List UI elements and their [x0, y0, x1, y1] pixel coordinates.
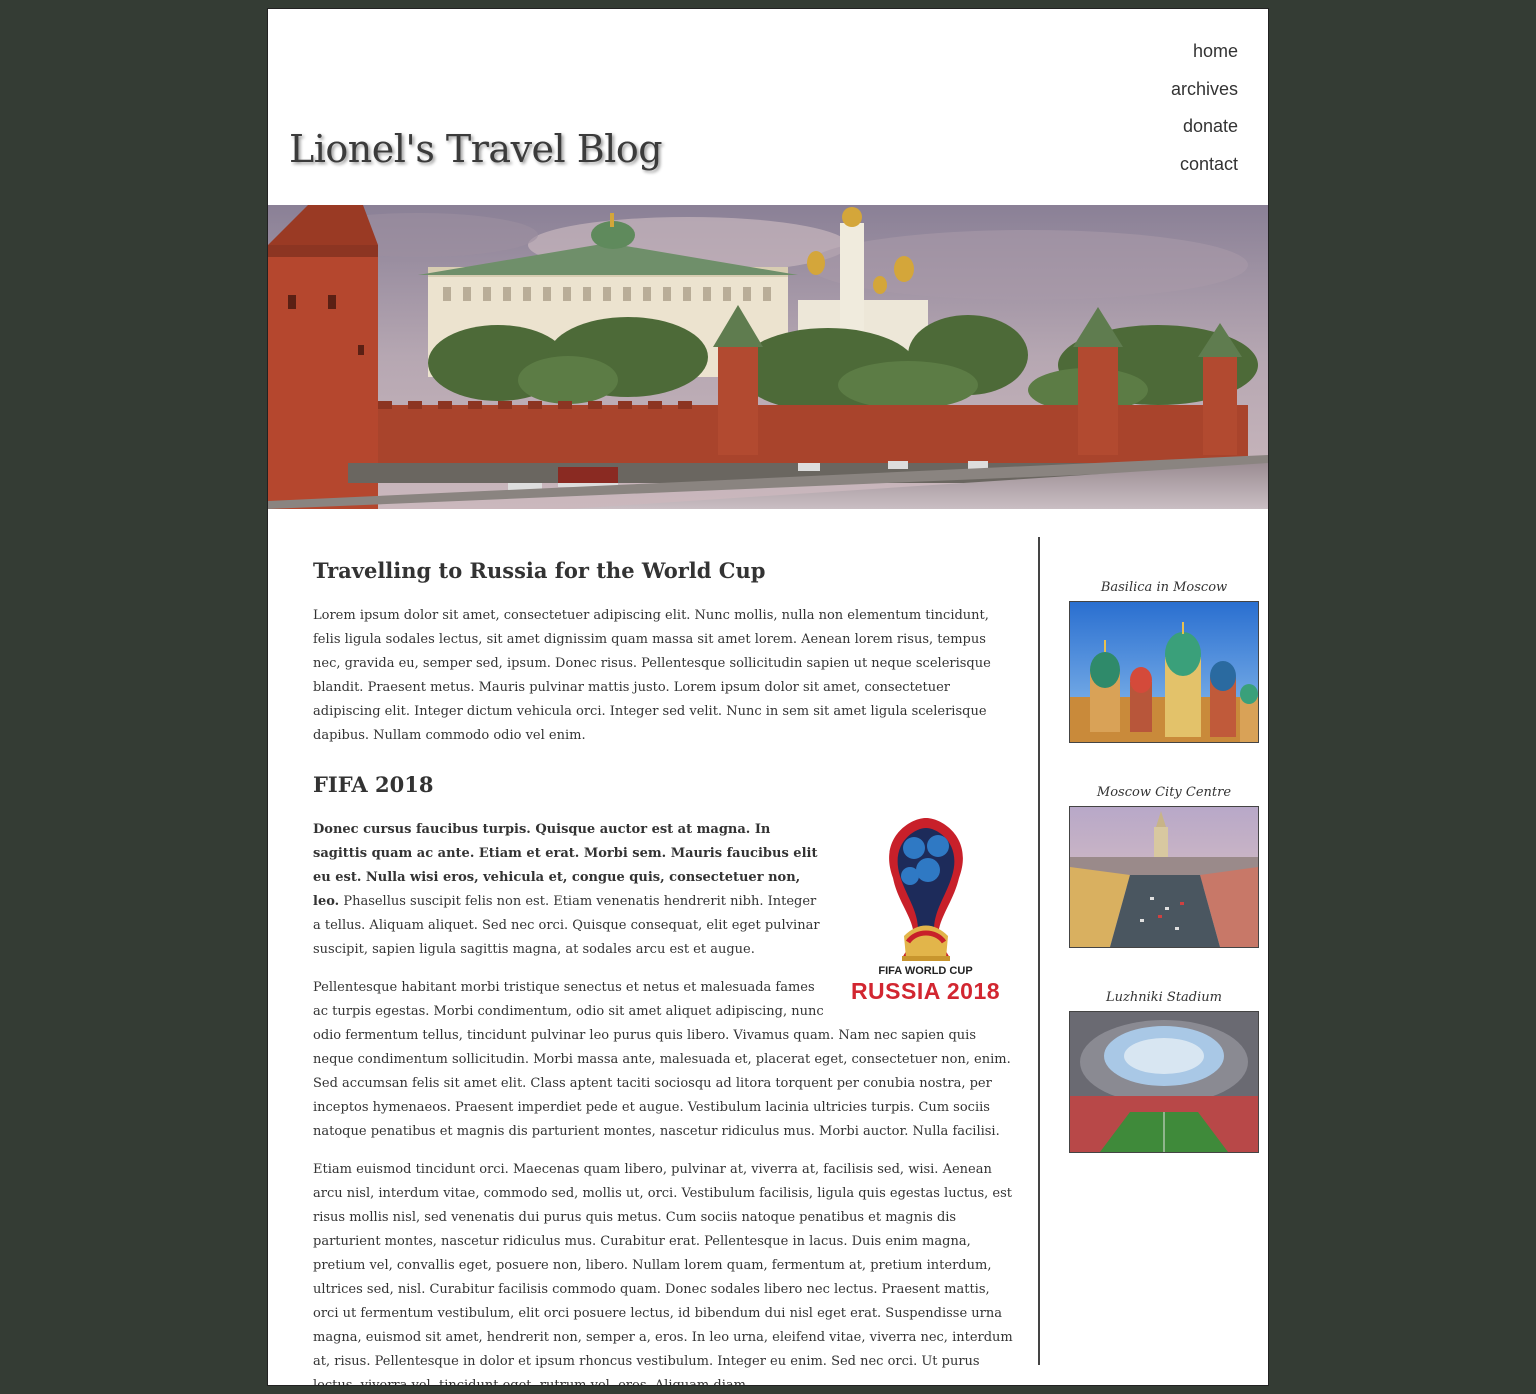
- sidebar-item-stadium: Luzhniki Stadium: [1068, 989, 1260, 1153]
- article-subheading: FIFA 2018: [313, 772, 434, 797]
- site-title[interactable]: Lionel's Travel Blog: [289, 127, 663, 171]
- nav-archives-link[interactable]: archives: [1171, 77, 1238, 115]
- nav-contact-link[interactable]: contact: [1171, 152, 1238, 190]
- logo-caption-line1: FIFA WORLD CUP: [878, 965, 973, 977]
- article-paragraph-4: Etiam euismod tincidunt orci. Maecenas q…: [313, 1162, 1013, 1386]
- article-intro-paragraph: Lorem ipsum dolor sit amet, consectetuer…: [313, 608, 991, 743]
- nav-home-link[interactable]: home: [1171, 39, 1238, 77]
- basilica-photo[interactable]: [1069, 601, 1259, 743]
- stadium-photo[interactable]: [1069, 1011, 1259, 1153]
- sidebar-caption: Luzhniki Stadium: [1106, 990, 1222, 1005]
- column-divider: [1038, 537, 1040, 1365]
- sidebar-caption: Basilica in Moscow: [1100, 580, 1228, 595]
- main-nav: home archives donate contact: [1171, 39, 1238, 189]
- city-centre-photo[interactable]: [1069, 806, 1259, 948]
- sidebar-item-city-centre: Moscow City Centre: [1068, 784, 1260, 948]
- kremlin-banner-image: [268, 205, 1268, 509]
- page-container: Lionel's Travel Blog home archives donat…: [267, 8, 1269, 1386]
- article-content: Travelling to Russia for the World Cup L…: [313, 557, 1013, 1386]
- sidebar-item-basilica: Basilica in Moscow: [1068, 579, 1260, 743]
- fifa-world-cup-logo: FIFA WORLD CUP RUSSIA 2018: [838, 818, 1013, 1008]
- site-header: Lionel's Travel Blog home archives donat…: [268, 9, 1268, 205]
- sidebar-caption: Moscow City Centre: [1096, 785, 1232, 800]
- sidebar: Basilica in Moscow Moscow City Centre Lu…: [1068, 579, 1260, 1194]
- article-title: Travelling to Russia for the World Cup: [313, 558, 766, 583]
- nav-donate-link[interactable]: donate: [1171, 114, 1238, 152]
- logo-caption-line2: RUSSIA 2018: [850, 978, 1001, 1004]
- article-paragraph-2-text: Phasellus suscipit felis non est. Etiam …: [313, 894, 820, 957]
